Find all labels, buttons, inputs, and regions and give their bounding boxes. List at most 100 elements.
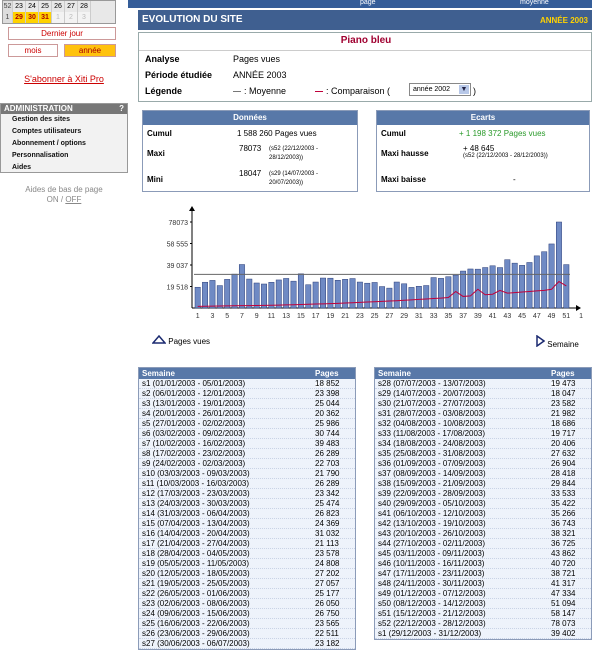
chart-bar xyxy=(533,255,540,309)
x-tick-label: 13 xyxy=(282,313,290,320)
x-tick-label: 21 xyxy=(341,313,349,320)
calendar-day[interactable]: 3 xyxy=(78,12,91,23)
week-cell: s18 (28/04/2003 - 04/05/2003) xyxy=(142,549,250,558)
table-row: s22 (26/05/2003 - 01/06/2003) 25 177 xyxy=(139,589,355,599)
views-cell: 23 342 xyxy=(315,489,340,498)
week-cell: s12 (17/03/2003 - 23/03/2003) xyxy=(142,489,250,498)
chevron-down-icon[interactable]: ▼ xyxy=(459,85,469,94)
comparison-year-select[interactable]: année 2002 ▼ xyxy=(409,83,471,96)
week-cell: s38 (15/09/2003 - 21/09/2003) xyxy=(378,479,486,488)
subscribe-link[interactable]: S'abonner à Xiti Pro xyxy=(0,74,128,84)
chart-bar xyxy=(401,283,408,309)
table-row: s28 (07/07/2003 - 13/07/2003) 19 473 xyxy=(375,379,591,389)
table-row: s16 (14/04/2003 - 20/04/2003) 31 032 xyxy=(139,529,355,539)
min-value: 18047 xyxy=(239,169,262,178)
views-cell: 26 904 xyxy=(551,459,576,468)
views-cell: 21 982 xyxy=(551,409,576,418)
year-button[interactable]: année xyxy=(64,44,116,57)
chart-bar xyxy=(356,281,363,309)
month-button[interactable]: mois xyxy=(8,44,58,57)
calendar-day[interactable]: 31 xyxy=(39,12,52,23)
main-content: page moyenne EVOLUTION DU SITE ANNÉE 200… xyxy=(128,0,600,666)
views-cell: 39 402 xyxy=(551,629,576,638)
calendar-day[interactable]: 23 xyxy=(13,1,26,12)
table-row: s47 (17/11/2003 - 23/11/2003) 38 721 xyxy=(375,569,591,579)
week-cell: s9 (24/02/2003 - 02/03/2003) xyxy=(142,459,246,468)
week-cell: s31 (28/07/2003 - 03/08/2003) xyxy=(378,409,486,418)
admin-title: ADMINISTRATION xyxy=(4,104,73,113)
admin-item-help[interactable]: Aides xyxy=(1,162,127,174)
chart-bar xyxy=(393,281,400,309)
help-icon[interactable]: ? xyxy=(119,104,124,114)
week-cell: s30 (21/07/2003 - 27/07/2003) xyxy=(378,399,486,408)
calendar-row: 1 29 30 31 1 2 3 xyxy=(3,12,115,23)
chart-bar xyxy=(423,285,430,309)
admin-item-subscription[interactable]: Abonnement / options xyxy=(1,138,127,150)
data-summary-box: Données Cumul 1 588 260 Pages vues Maxi … xyxy=(142,110,358,192)
week-cell: s32 (04/08/2003 - 10/08/2003) xyxy=(378,419,486,428)
views-cell: 19 473 xyxy=(551,379,576,388)
max-detail: (s52 (22/12/2003 - 28/12/2003)) xyxy=(269,144,353,162)
calendar-day[interactable]: 28 xyxy=(78,1,91,12)
calendar-day[interactable]: 24 xyxy=(26,1,39,12)
left-sidebar: 52 23 24 25 26 27 28 1 29 30 31 1 2 3 De… xyxy=(0,0,128,666)
help-off-link[interactable]: OFF xyxy=(65,195,81,204)
admin-item-sites[interactable]: Gestion des sites xyxy=(1,114,127,126)
x-tick-label: 23 xyxy=(356,313,364,320)
legend-average: : Moyenne xyxy=(233,86,286,96)
table-row: s43 (20/10/2003 - 26/10/2003) 38 321 xyxy=(375,529,591,539)
y-tick-label: 39 037 xyxy=(167,263,189,270)
table-row: s13 (24/03/2003 - 30/03/2003) 25 474 xyxy=(139,499,355,509)
table-row: s38 (15/09/2003 - 21/09/2003) 29 844 xyxy=(375,479,591,489)
chart-bar xyxy=(283,278,290,309)
chart-bar xyxy=(290,280,297,309)
period-label: ANNÉE 2003 xyxy=(539,16,588,25)
table-row: s50 (08/12/2003 - 14/12/2003) 51 094 xyxy=(375,599,591,609)
last-day-button[interactable]: Dernier jour xyxy=(8,27,116,40)
variance-title: Ecarts xyxy=(377,111,589,125)
views-cell: 33 533 xyxy=(551,489,576,498)
calendar-day[interactable]: 26 xyxy=(52,1,65,12)
views-cell: 20 406 xyxy=(551,439,576,448)
calendar-day[interactable]: 29 xyxy=(13,12,26,23)
week-cell: s47 (17/11/2003 - 23/11/2003) xyxy=(378,569,485,578)
calendar-day[interactable]: 25 xyxy=(39,1,52,12)
chart-bar xyxy=(202,281,208,309)
week-cell: s1 (01/01/2003 - 05/01/2003) xyxy=(142,379,246,388)
chart-x-legend-text: Semaine xyxy=(547,340,579,349)
admin-item-accounts[interactable]: Comptes utilisateurs xyxy=(1,126,127,138)
calendar-day[interactable]: 1 xyxy=(52,12,65,23)
topbar-page-label: page xyxy=(360,0,376,6)
views-cell: 24 808 xyxy=(315,559,340,568)
top-bar: page moyenne xyxy=(128,0,592,8)
chart-bar xyxy=(231,273,238,309)
table-row: s10 (03/03/2003 - 09/03/2003) 21 790 xyxy=(139,469,355,479)
y-tick-label: 58 555 xyxy=(167,241,189,248)
table-row: s1 (01/01/2003 - 05/01/2003) 18 852 xyxy=(139,379,355,389)
week-column-header: Semaine xyxy=(142,369,175,378)
calendar-day[interactable]: 30 xyxy=(26,12,39,23)
table-row: s18 (28/04/2003 - 04/05/2003) 23 578 xyxy=(139,549,355,559)
table-row: s31 (28/07/2003 - 03/08/2003) 21 982 xyxy=(375,409,591,419)
views-cell: 18 852 xyxy=(315,379,340,388)
week-cell: s37 (08/09/2003 - 14/09/2003) xyxy=(378,469,486,478)
chart-bar xyxy=(548,243,555,309)
x-tick-label: 31 xyxy=(415,313,423,320)
views-cell: 26 750 xyxy=(315,609,340,618)
admin-item-personalisation[interactable]: Personnalisation xyxy=(1,150,127,162)
views-column-header: Pages vues xyxy=(551,369,575,389)
week-cell: s27 (30/06/2003 - 06/07/2003) xyxy=(142,639,250,648)
table-row: s15 (07/04/2003 - 13/04/2003) 24 369 xyxy=(139,519,355,529)
help-on-link[interactable]: ON xyxy=(47,195,59,204)
chart-bar xyxy=(556,221,562,309)
calendar-row: 52 23 24 25 26 27 28 xyxy=(3,1,115,12)
week-cell: s52 (22/12/2003 - 28/12/2003) xyxy=(378,619,486,628)
table-row: s42 (13/10/2003 - 19/10/2003) 36 743 xyxy=(375,519,591,529)
table-row: s25 (16/06/2003 - 22/06/2003) 23 565 xyxy=(139,619,355,629)
week-cell: s11 (10/03/2003 - 16/03/2003) xyxy=(142,479,250,488)
x-tick-label: 9 xyxy=(255,313,259,320)
views-cell: 25 986 xyxy=(315,419,340,428)
x-tick-label: 49 xyxy=(548,313,556,320)
calendar-day[interactable]: 27 xyxy=(65,1,78,12)
calendar-day[interactable]: 2 xyxy=(65,12,78,23)
